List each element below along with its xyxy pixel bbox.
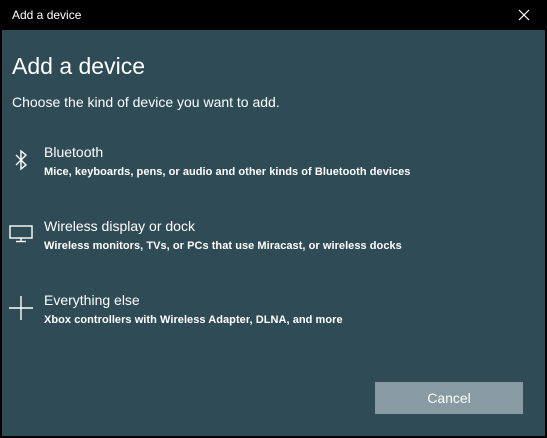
title-bar[interactable]: Add a device [0, 0, 547, 30]
option-description: Wireless monitors, TVs, or PCs that use … [44, 240, 402, 252]
add-device-window: Add a device Add a device Choose the kin… [0, 0, 547, 438]
dialog-content: Add a device Choose the kind of device y… [2, 30, 545, 436]
option-description: Mice, keyboards, pens, or audio and othe… [44, 166, 411, 178]
plus-icon [6, 293, 36, 323]
option-title: Bluetooth [44, 144, 104, 160]
option-everything-else[interactable]: Everything else Xbox controllers with Wi… [2, 291, 545, 343]
monitor-icon [6, 219, 36, 249]
close-button[interactable] [501, 0, 547, 30]
close-icon [518, 9, 530, 21]
option-description: Xbox controllers with Wireless Adapter, … [44, 314, 343, 326]
cancel-button[interactable]: Cancel [375, 382, 523, 414]
option-title: Wireless display or dock [44, 218, 195, 234]
option-wireless-display[interactable]: Wireless display or dock Wireless monito… [2, 217, 545, 269]
window-title: Add a device [12, 8, 82, 22]
option-title: Everything else [44, 292, 140, 308]
page-title: Add a device [12, 53, 145, 79]
bluetooth-icon [6, 145, 36, 175]
page-subtitle: Choose the kind of device you want to ad… [12, 94, 280, 110]
option-bluetooth[interactable]: Bluetooth Mice, keyboards, pens, or audi… [2, 143, 545, 195]
